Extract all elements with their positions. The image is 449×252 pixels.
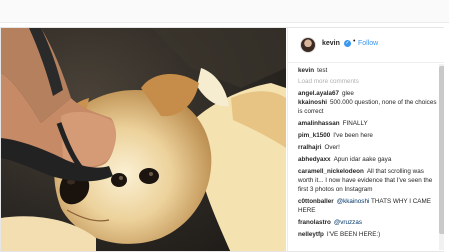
comment-username[interactable]: c0ttonballer <box>298 198 334 205</box>
comment-username[interactable]: pim_k1500 <box>298 132 330 139</box>
comment-text: I've been here <box>333 132 373 139</box>
comment-item: c0ttonballer @kkainoshi THATS WHY I CAME … <box>298 197 438 215</box>
comment-text: I'VE BEEN HERE:) <box>326 231 381 238</box>
comment-username[interactable]: caramell_nickelodeon <box>298 168 364 175</box>
post-caption: kevin test <box>298 66 327 75</box>
comment-username[interactable]: franolastro <box>298 219 331 226</box>
comment-username[interactable]: abhedyaxx <box>298 156 331 163</box>
scrollbar-thumb[interactable] <box>439 66 444 234</box>
comment-item: abhedyaxx Apun idar aake gaya <box>298 155 438 164</box>
comment-item: caramell_nickelodeon All that scrolling w… <box>298 167 438 194</box>
top-navigation-bar <box>0 0 449 23</box>
comment-username[interactable]: amalinhassan <box>298 120 340 127</box>
verified-badge-icon: ✓ <box>344 40 351 47</box>
post-header: kevin ✓ • Follow <box>288 28 444 63</box>
comment-item: rralhajri Over! <box>298 143 438 152</box>
comment-item: pim_k1500 I've been here <box>298 131 438 140</box>
comment-item: franolastro @vruzzas <box>298 218 438 227</box>
comment-text: glee <box>341 90 354 97</box>
caption-text: test <box>317 67 328 74</box>
post-sidebar: kevin ✓ • Follow kevin test Load more com… <box>287 28 444 251</box>
comment-item: angel.ayala67 glee <box>298 89 438 98</box>
comment-item: amalinhassan FINALLY <box>298 119 438 128</box>
comment-mention[interactable]: @vruzzas <box>334 219 362 226</box>
post-photo[interactable] <box>1 28 286 251</box>
load-more-comments-link[interactable]: Load more comments <box>298 77 359 86</box>
caption-username[interactable]: kevin <box>298 67 314 74</box>
comment-username[interactable]: kkainoshi <box>298 99 327 106</box>
comment-username[interactable]: nelleytfp <box>298 231 324 238</box>
dog-photo-image <box>1 28 286 251</box>
post-card: kevin ✓ • Follow kevin test Load more com… <box>0 27 444 252</box>
separator-dot: • <box>353 38 356 45</box>
comment-text: Over! <box>324 144 340 151</box>
comment-item: kkainoshi 500.000 question, none of the c… <box>298 98 438 116</box>
comment-text: Apun idar aake gaya <box>333 156 392 163</box>
comment-username[interactable]: angel.ayala67 <box>298 90 339 97</box>
comment-text: FINALLY <box>342 120 368 127</box>
comment-mention[interactable]: @kkainoshi <box>337 198 370 205</box>
post-author-username[interactable]: kevin <box>322 40 340 47</box>
avatar[interactable] <box>300 37 316 53</box>
comments-scrollbar[interactable] <box>439 64 444 250</box>
comment-username[interactable]: rralhajri <box>298 144 321 151</box>
comment-item: nelleytfp I'VE BEEN HERE:) <box>298 230 438 239</box>
follow-button[interactable]: Follow <box>358 40 378 47</box>
